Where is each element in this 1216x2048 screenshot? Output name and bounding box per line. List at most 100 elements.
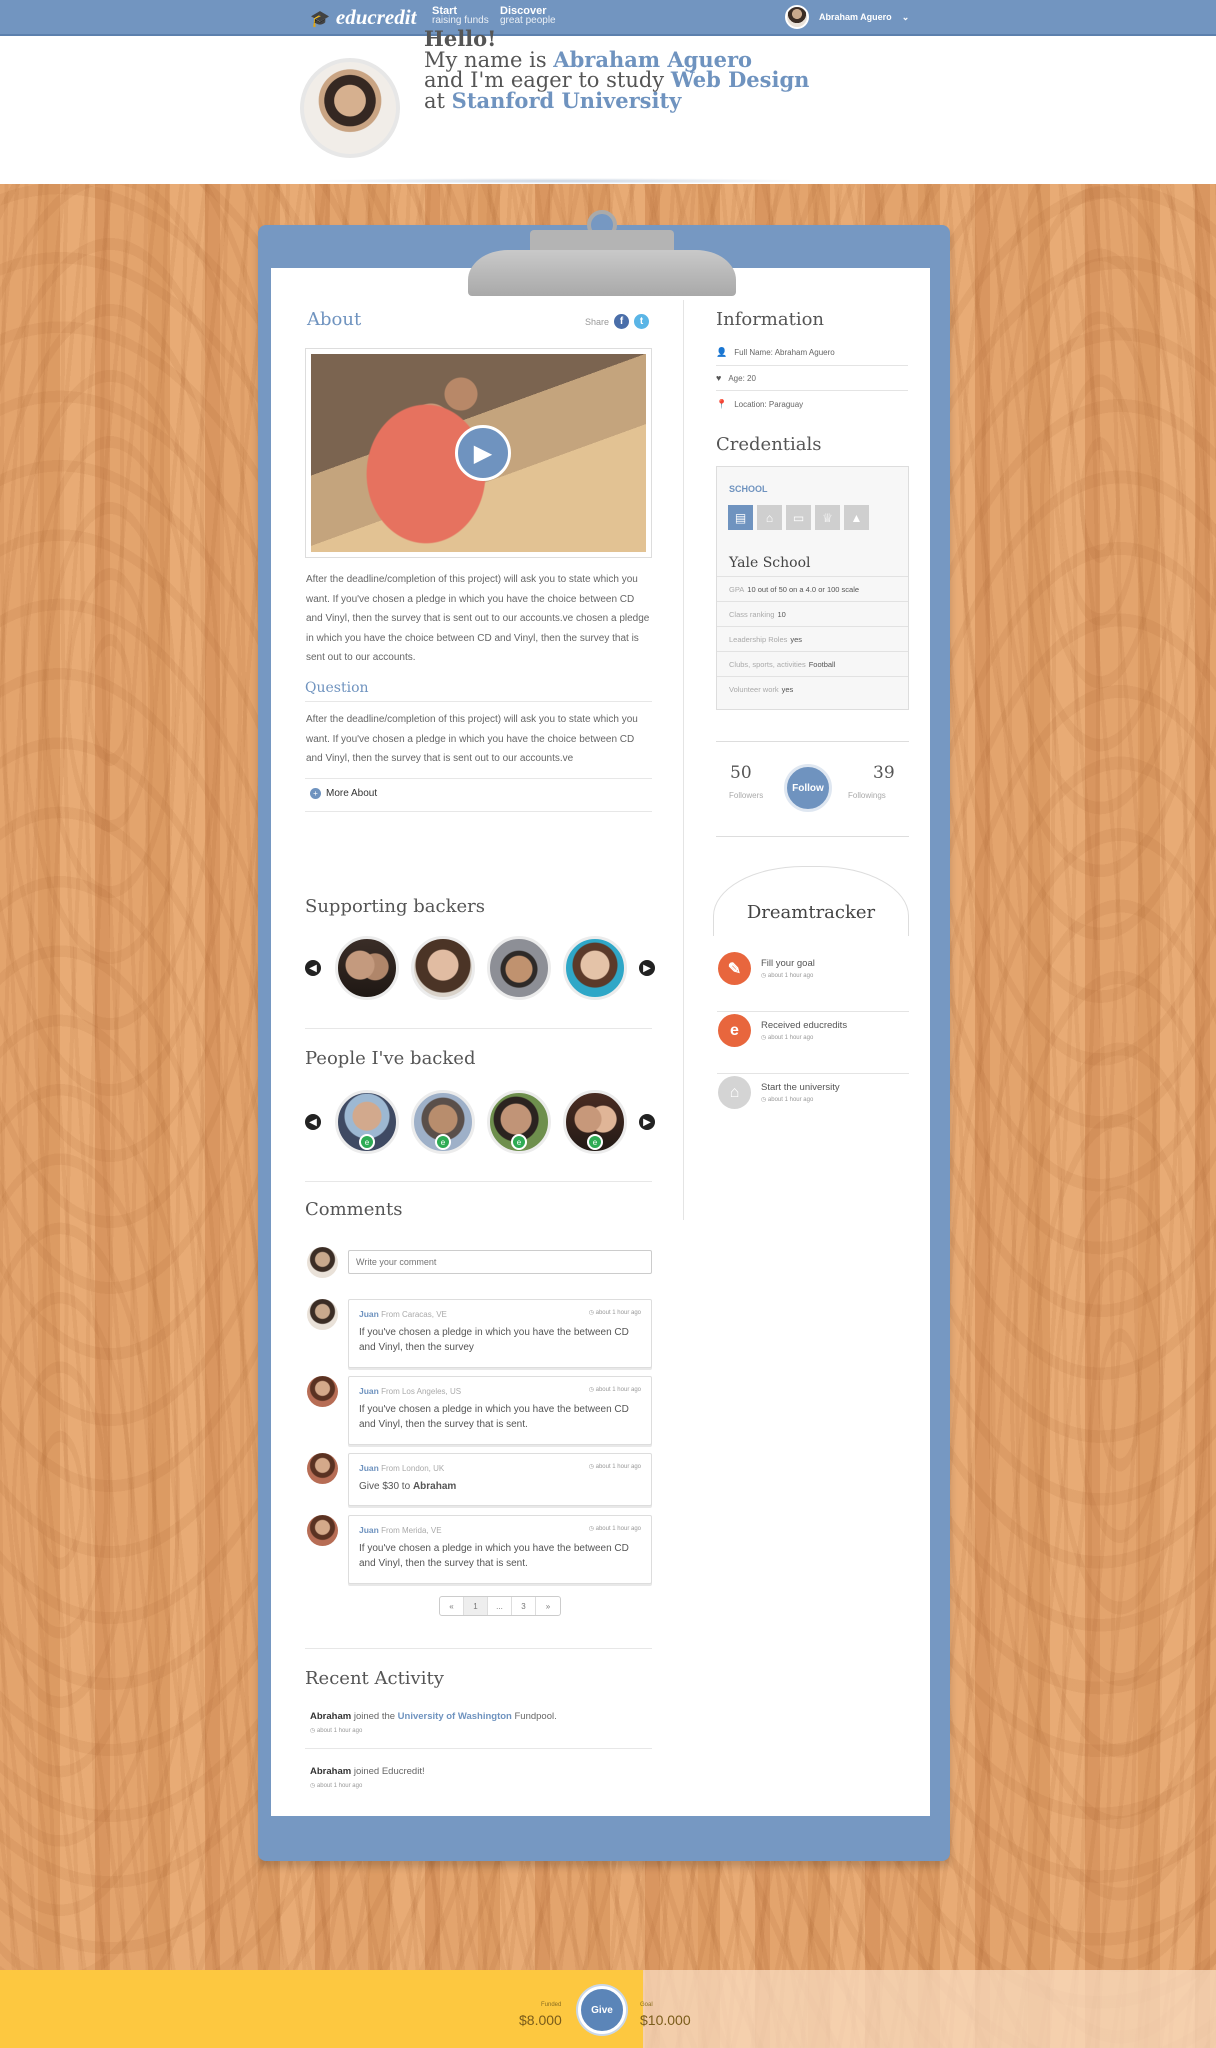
avatar xyxy=(307,1247,338,1278)
arrow-right-icon[interactable]: ▶ xyxy=(639,960,655,976)
credential-tabs: ▤ ⌂ ▭ ♕ ▲ xyxy=(728,505,869,530)
arrow-left-icon[interactable]: ◀ xyxy=(305,1114,321,1130)
educredit-icon: e xyxy=(718,1014,751,1047)
clock-icon: ◷ xyxy=(310,1728,316,1734)
divider xyxy=(305,701,652,702)
followers-label[interactable]: Followers xyxy=(729,791,763,800)
mountain-icon[interactable]: ▲ xyxy=(844,505,869,530)
funded-amount: $8.000 xyxy=(519,2012,562,2028)
clock-icon: ◷ xyxy=(761,1097,767,1103)
comment-author[interactable]: Juan xyxy=(359,1463,379,1473)
commenter-avatar[interactable] xyxy=(307,1453,338,1484)
credential-value: 10 xyxy=(777,609,786,619)
user-name: Abraham Aguero xyxy=(819,12,892,22)
avatar xyxy=(785,5,809,29)
arrow-left-icon[interactable]: ◀ xyxy=(305,960,321,976)
follow-button[interactable]: Follow xyxy=(784,764,832,812)
comment-item: Juan From Los Angeles, US ◷ about 1 hour… xyxy=(348,1376,652,1445)
backer-avatar[interactable] xyxy=(487,936,551,1000)
funding-progress-fill xyxy=(0,1970,643,2048)
dreamtracker-item: ⌂ Start the university ◷ about 1 hour ag… xyxy=(717,1076,909,1136)
activity-time: about 1 hour ago xyxy=(316,1728,363,1734)
comment-time: about 1 hour ago xyxy=(595,1526,641,1532)
comment-input[interactable] xyxy=(348,1250,652,1274)
comment-item: Juan From Caracas, VE ◷ about 1 hour ago… xyxy=(348,1299,652,1368)
comment-text: If you've chosen a pledge in which you h… xyxy=(359,1327,629,1353)
greeting-line3: at xyxy=(424,88,445,113)
more-about-link[interactable]: + More About xyxy=(310,788,377,799)
study-field-link[interactable]: Web Design xyxy=(671,67,810,92)
briefcase-icon[interactable]: ▭ xyxy=(786,505,811,530)
graduation-cap-icon: 🎓 xyxy=(310,11,330,28)
facebook-icon[interactable]: f xyxy=(614,314,630,329)
nav-start-link[interactable]: Start raising funds xyxy=(432,6,489,26)
page-prev-button[interactable]: « xyxy=(440,1597,464,1615)
clip-base xyxy=(468,250,736,296)
clock-icon: ◷ xyxy=(588,1310,594,1316)
school-label: SCHOOL xyxy=(729,484,768,494)
funding-progress-remaining xyxy=(643,1970,1216,2048)
activity-item: Abraham joined the University of Washing… xyxy=(310,1711,557,1734)
supporting-backers-title: Supporting backers xyxy=(305,896,485,917)
activity-user[interactable]: Abraham xyxy=(310,1711,351,1722)
commenter-avatar[interactable] xyxy=(307,1515,338,1546)
location-value: Paraguay xyxy=(768,400,804,409)
activity-user[interactable]: Abraham xyxy=(310,1766,351,1777)
dreamtracker-item-title: Fill your goal xyxy=(761,958,815,969)
info-age: ♥ Age: 20 xyxy=(716,373,908,391)
school-name: Yale School xyxy=(729,555,811,571)
give-button[interactable]: Give xyxy=(578,1986,626,2034)
credentials-card: SCHOOL ▤ ⌂ ▭ ♕ ▲ Yale School GPA 10 out o… xyxy=(716,466,909,710)
nav-discover-link[interactable]: Discover great people xyxy=(500,6,556,26)
nav-discover-sub: great people xyxy=(500,15,556,26)
followings-count: 39 xyxy=(873,763,895,783)
activity-link[interactable]: University of Washington xyxy=(398,1711,512,1722)
backed-avatar[interactable]: e xyxy=(411,1090,475,1154)
column-divider xyxy=(683,300,684,1220)
twitter-icon[interactable]: t xyxy=(634,314,650,329)
activity-item: Abraham joined Educredit! ◷ about 1 hour… xyxy=(310,1766,425,1789)
educredit-logo[interactable]: 🎓 educredit xyxy=(310,5,416,30)
comment-recipient[interactable]: Abraham xyxy=(413,1481,456,1492)
comment-author[interactable]: Juan xyxy=(359,1525,379,1535)
credentials-title: Credentials xyxy=(716,434,822,455)
goal-amount: $10.000 xyxy=(640,2012,691,2028)
commenter-avatar[interactable] xyxy=(307,1376,338,1407)
backed-avatar[interactable]: e xyxy=(487,1090,551,1154)
about-title: About xyxy=(307,309,362,330)
backer-avatar[interactable] xyxy=(563,936,627,1000)
backed-avatar[interactable]: e xyxy=(335,1090,399,1154)
age-label: Age: xyxy=(728,373,745,383)
dreamtracker-item-title: Start the university xyxy=(761,1082,840,1093)
credential-row: GPA 10 out of 50 on a 4.0 or 100 scale xyxy=(717,576,908,601)
backer-avatar[interactable] xyxy=(335,936,399,1000)
comment-location: From London, UK xyxy=(381,1464,445,1473)
comment-text: If you've chosen a pledge in which you h… xyxy=(359,1404,629,1430)
backer-avatar[interactable] xyxy=(411,936,475,1000)
comment-text: Give $30 to xyxy=(359,1481,411,1492)
backed-avatar[interactable]: e xyxy=(563,1090,627,1154)
institution-icon[interactable]: ⌂ xyxy=(757,505,782,530)
arrow-right-icon[interactable]: ▶ xyxy=(639,1114,655,1130)
page-next-button[interactable]: » xyxy=(536,1597,560,1615)
clock-icon: ◷ xyxy=(761,1035,767,1041)
credential-value: 10 out of 50 on a 4.0 or 100 scale xyxy=(747,584,860,594)
page-button[interactable]: 1 xyxy=(464,1597,488,1615)
about-video[interactable]: ▶ xyxy=(305,348,652,558)
trophy-icon[interactable]: ♕ xyxy=(815,505,840,530)
dreamtracker-item: e Received educredits ◷ about 1 hour ago xyxy=(717,1014,909,1074)
university-link[interactable]: Stanford University xyxy=(452,88,682,113)
more-about-label: More About xyxy=(326,788,378,799)
book-icon[interactable]: ▤ xyxy=(728,505,753,530)
comment-author[interactable]: Juan xyxy=(359,1386,379,1396)
followings-label[interactable]: Followings xyxy=(848,791,886,800)
divider xyxy=(305,1181,652,1182)
activity-time: about 1 hour ago xyxy=(316,1783,363,1789)
user-menu[interactable]: Abraham Aguero ⌄ xyxy=(785,5,909,29)
credential-row: Class ranking 10 xyxy=(717,601,908,626)
credential-label: Volunteer work xyxy=(729,684,779,694)
comment-author[interactable]: Juan xyxy=(359,1309,379,1319)
play-icon[interactable]: ▶ xyxy=(455,425,511,481)
commenter-avatar[interactable] xyxy=(307,1299,338,1330)
page-button[interactable]: 3 xyxy=(512,1597,536,1615)
